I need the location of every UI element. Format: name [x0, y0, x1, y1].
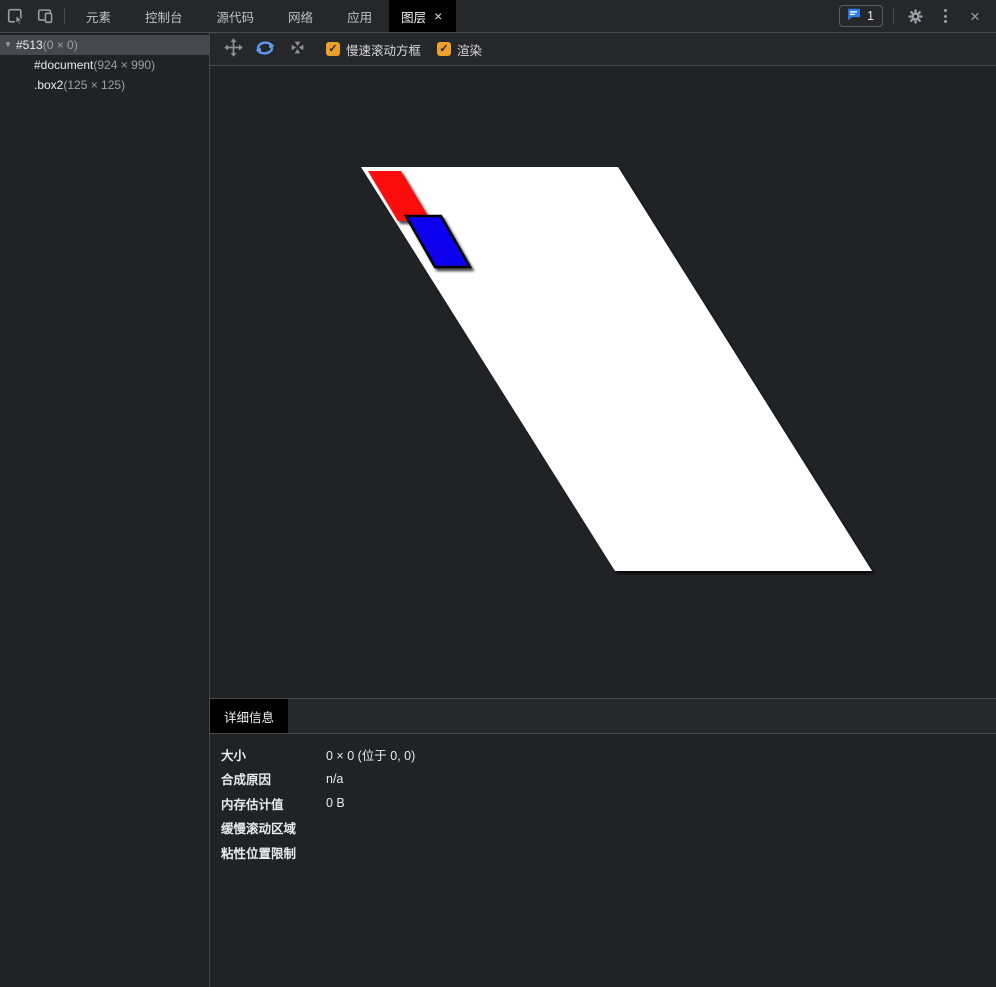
rotate-mode-button[interactable] [252, 36, 278, 62]
layers-3d-canvas[interactable] [210, 66, 996, 698]
detail-label: 缓慢滚动区域 [221, 818, 326, 837]
center-view-icon [288, 38, 307, 60]
detail-row-memory-estimate: 内存估计值 0 B [221, 791, 996, 816]
checkbox-checked-icon[interactable]: ✓ [326, 42, 340, 56]
layer-size: (924 × 990) [93, 55, 155, 75]
paints-toggle[interactable]: ✓ 渲染 [437, 40, 482, 59]
close-icon: × [970, 8, 980, 25]
detail-value: n/a [326, 772, 343, 786]
tab-label: 网络 [288, 7, 313, 26]
detail-label: 大小 [221, 745, 326, 764]
tab-console[interactable]: 控制台 [128, 0, 200, 32]
tab-label: 详细信息 [224, 707, 274, 726]
panel-tabs: 元素 控制台 源代码 网络 应用 图层 × [69, 0, 456, 32]
toolbar-divider [893, 8, 894, 24]
layers-main: ✓ 慢速滚动方框 ✓ 渲染 [210, 33, 996, 987]
layer-size: (125 × 125) [63, 75, 125, 95]
tab-network[interactable]: 网络 [271, 0, 330, 32]
tab-application[interactable]: 应用 [330, 0, 389, 32]
layer-name: .box2 [34, 75, 63, 95]
detail-label: 粘性位置限制 [221, 843, 326, 862]
details-tabbar: 详细信息 [210, 699, 996, 734]
inspect-element-button[interactable] [0, 0, 30, 32]
devtools-window: 元素 控制台 源代码 网络 应用 图层 × [0, 0, 996, 987]
pan-mode-button[interactable] [220, 36, 246, 62]
canvas-toolbar: ✓ 慢速滚动方框 ✓ 渲染 [210, 33, 996, 66]
close-devtools-button[interactable]: × [960, 8, 990, 25]
gear-icon [907, 8, 924, 25]
issues-count: 1 [867, 9, 874, 23]
tab-elements[interactable]: 元素 [69, 0, 128, 32]
settings-button[interactable] [900, 8, 930, 25]
rotate-3d-icon [254, 39, 276, 60]
detail-value: 0 × 0 (位于 0, 0) [326, 745, 415, 764]
tab-label: 应用 [347, 7, 372, 26]
checkbox-label: 渲染 [457, 40, 482, 59]
tab-label: 源代码 [217, 7, 255, 26]
layer-tree-sidebar: ▼ #513 (0 × 0) #document (924 × 990) .bo… [0, 33, 210, 987]
more-options-button[interactable] [930, 9, 960, 23]
device-toolbar-button[interactable] [30, 0, 60, 32]
detail-value: 0 B [326, 796, 345, 810]
tab-close-icon[interactable]: × [432, 9, 444, 23]
checkbox-label: 慢速滚动方框 [346, 40, 421, 59]
tab-sources[interactable]: 源代码 [200, 0, 272, 32]
toolbar-left: 元素 控制台 源代码 网络 应用 图层 × [0, 0, 456, 32]
devtools-main-toolbar: 元素 控制台 源代码 网络 应用 图层 × [0, 0, 996, 33]
device-toolbar-icon [36, 7, 54, 25]
layers-panel: ▼ #513 (0 × 0) #document (924 × 990) .bo… [0, 33, 996, 987]
toolbar-divider [64, 8, 65, 24]
issues-badge[interactable]: 1 [839, 5, 883, 27]
detail-row-sticky-constraints: 粘性位置限制 [221, 840, 996, 865]
detail-label: 内存估计值 [221, 794, 326, 813]
layer-name: #document [34, 55, 93, 75]
layer-name: #513 [16, 35, 43, 55]
layer-tree-item-box2[interactable]: .box2 (125 × 125) [0, 75, 209, 95]
detail-row-slow-scroll-regions: 缓慢滚动区域 [221, 816, 996, 841]
layer-tree-item-513[interactable]: ▼ #513 (0 × 0) [0, 35, 209, 55]
layer-size: (0 × 0) [43, 35, 78, 55]
layer-tree-item-document[interactable]: #document (924 × 990) [0, 55, 209, 75]
chevron-down-icon[interactable]: ▼ [4, 35, 16, 55]
layers-scene [210, 66, 995, 697]
pan-icon [224, 38, 243, 60]
slow-scroll-rects-toggle[interactable]: ✓ 慢速滚动方框 [326, 40, 421, 59]
kebab-menu-icon [944, 9, 947, 23]
inspect-cursor-icon [6, 7, 24, 25]
tab-details[interactable]: 详细信息 [210, 699, 288, 733]
toolbar-right: 1 [839, 0, 996, 32]
checkbox-checked-icon[interactable]: ✓ [437, 42, 451, 56]
issues-feedback-icon [846, 8, 861, 24]
tab-label: 元素 [86, 7, 111, 26]
tab-layers[interactable]: 图层 × [389, 0, 456, 32]
tab-label: 控制台 [145, 7, 183, 26]
details-panel: 详细信息 大小 0 × 0 (位于 0, 0) 合成原因 n/a 内存估计值 0… [210, 698, 996, 987]
details-body: 大小 0 × 0 (位于 0, 0) 合成原因 n/a 内存估计值 0 B 缓慢… [210, 734, 996, 865]
detail-row-size: 大小 0 × 0 (位于 0, 0) [221, 742, 996, 767]
reset-view-button[interactable] [284, 36, 310, 62]
detail-label: 合成原因 [221, 769, 326, 788]
detail-row-compositing-reason: 合成原因 n/a [221, 767, 996, 792]
tab-label: 图层 [401, 7, 426, 26]
